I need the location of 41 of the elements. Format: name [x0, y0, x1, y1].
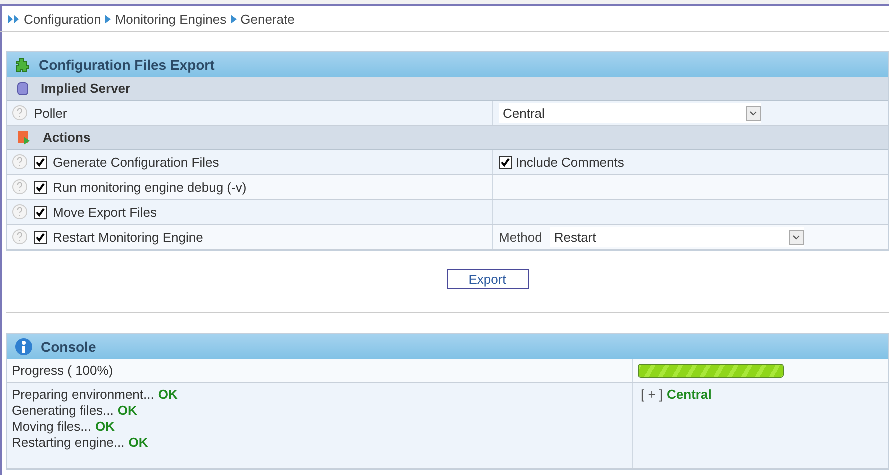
checkbox-label: Generate Configuration Files: [53, 154, 220, 170]
progress-label: Progress ( 100%): [12, 363, 114, 378]
log-text: Preparing environment...: [12, 387, 154, 403]
info-icon: [15, 338, 33, 356]
breadcrumb-link[interactable]: Configuration: [24, 12, 102, 26]
checkbox[interactable]: [34, 180, 47, 194]
checkbox-label: Include Comments: [516, 154, 624, 170]
checkbox-label: Run monitoring engine debug (-v): [53, 180, 247, 194]
caret-icon[interactable]: [789, 230, 804, 244]
arrow-icon: [105, 14, 112, 24]
field-label: Poller: [34, 106, 68, 120]
status-text: OK: [158, 387, 178, 403]
section-title: Actions: [43, 130, 91, 145]
export-button[interactable]: Export: [446, 269, 528, 289]
log-text: Moving files...: [12, 419, 92, 435]
double-arrow-icon: [8, 14, 20, 24]
section-title: Implied Server: [41, 81, 131, 96]
log-text: Restarting engine...: [12, 435, 125, 451]
method-select[interactable]: Restart: [550, 227, 804, 247]
document-play-icon: [17, 130, 31, 145]
panel-title: Console: [41, 338, 96, 354]
checkbox[interactable]: [34, 156, 47, 168]
poller-name: Central: [667, 387, 712, 402]
panel-title: Configuration Files Export: [39, 56, 215, 72]
breadcrumb-link[interactable]: Generate: [240, 12, 295, 26]
status-text: OK: [118, 403, 138, 419]
checkbox[interactable]: [499, 156, 512, 168]
arrow-icon: [230, 14, 237, 24]
log-text: Generating files...: [12, 403, 114, 419]
checkbox-label: Move Export Files: [53, 204, 158, 220]
breadcrumb-link[interactable]: Monitoring Engines: [115, 12, 227, 26]
checkbox-label: Restart Monitoring Engine: [53, 230, 204, 244]
field-label: Method: [499, 230, 542, 244]
poller-select[interactable]: Central: [499, 103, 761, 123]
puzzle-icon: [15, 56, 31, 72]
checkbox[interactable]: [34, 206, 47, 218]
checkbox[interactable]: [34, 230, 47, 244]
status-text: OK: [95, 419, 115, 435]
expand-link[interactable]: [ + ]: [641, 387, 664, 402]
caret-icon[interactable]: [746, 106, 761, 120]
status-text: OK: [128, 435, 148, 451]
